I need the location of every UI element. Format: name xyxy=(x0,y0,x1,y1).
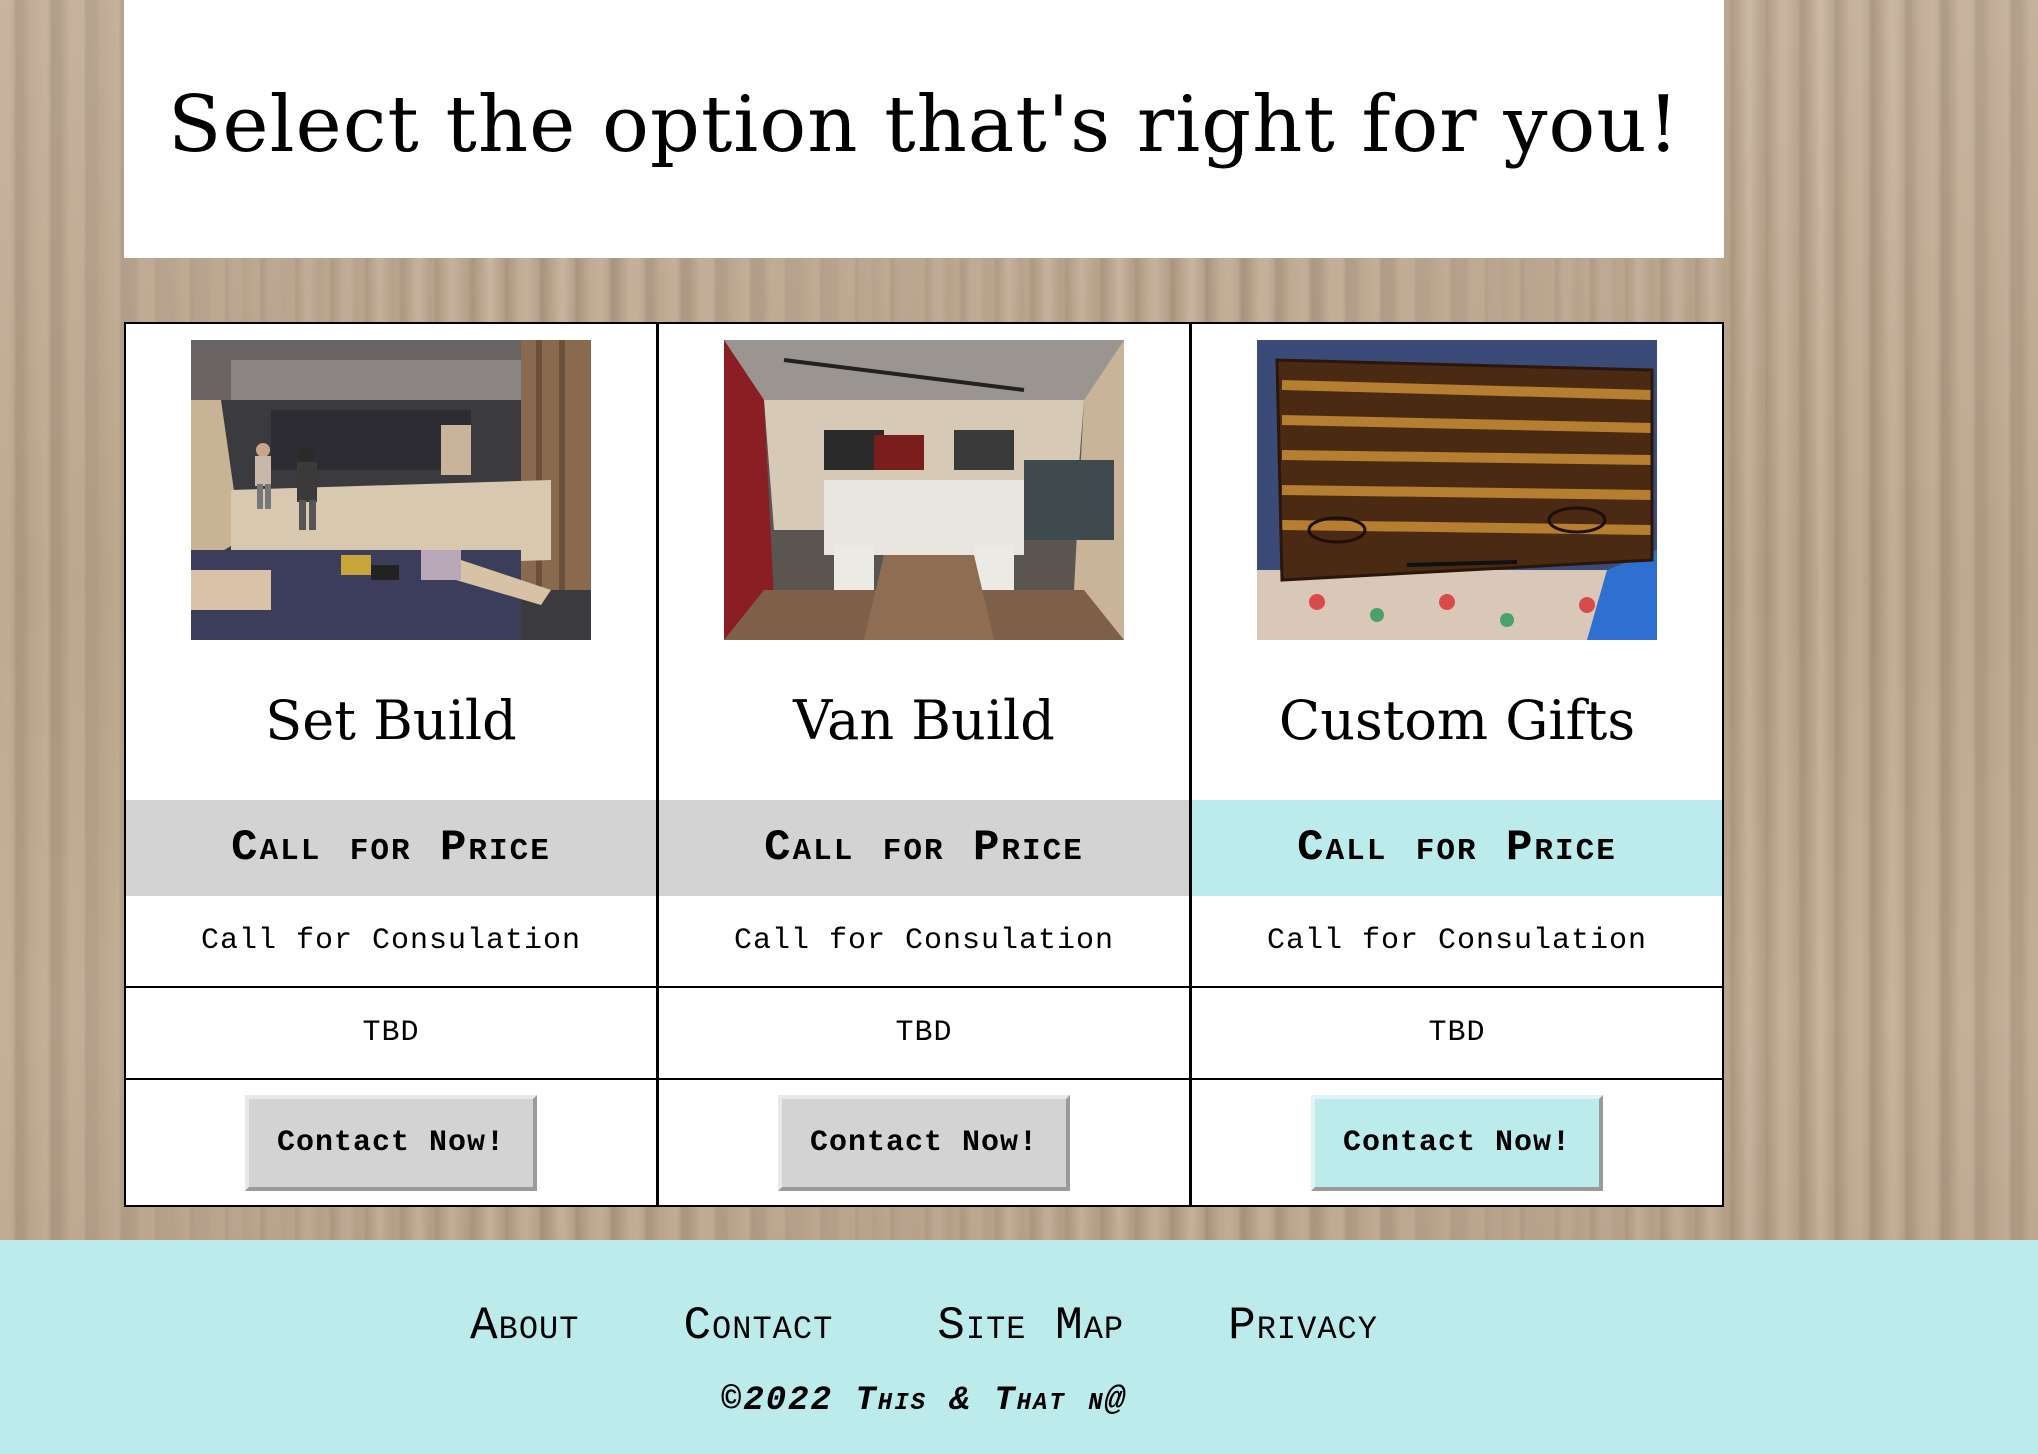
contact-now-button[interactable]: Contact Now! xyxy=(778,1094,1070,1191)
description-text: Call for Consulation xyxy=(659,896,1189,988)
footer-link-privacy[interactable]: Privacy xyxy=(1228,1300,1378,1352)
detail-text: TBD xyxy=(1192,988,1722,1080)
copyright-text: ©2022 This & That n@ xyxy=(720,1382,1128,1420)
description-text: Call for Consulation xyxy=(1192,896,1722,988)
detail-text: TBD xyxy=(126,988,656,1080)
footer-nav: About Contact Site Map Privacy xyxy=(0,1300,1848,1352)
contact-now-button[interactable]: Contact Now! xyxy=(245,1094,537,1191)
footer: About Contact Site Map Privacy ©2022 Thi… xyxy=(0,1240,2038,1454)
van-build-photo xyxy=(724,340,1124,640)
cta-cell: Contact Now! xyxy=(659,1080,1189,1205)
footer-link-site-map[interactable]: Site Map xyxy=(937,1300,1124,1352)
price-label: Call for Price xyxy=(1192,800,1722,896)
card-title: Set Build xyxy=(265,688,517,752)
card-title: Custom Gifts xyxy=(1278,688,1636,752)
card-title: Van Build xyxy=(793,688,1055,752)
card-set-build: Set Build Call for Price Call for Consul… xyxy=(126,324,659,1205)
page-title: Select the option that's right for you! xyxy=(168,80,1680,170)
card-custom-gifts: Custom Gifts Call for Price Call for Con… xyxy=(1192,324,1722,1205)
price-label: Call for Price xyxy=(126,800,656,896)
cta-cell: Contact Now! xyxy=(1192,1080,1722,1205)
cta-cell: Contact Now! xyxy=(126,1080,656,1205)
detail-text: TBD xyxy=(659,988,1189,1080)
description-text: Call for Consulation xyxy=(126,896,656,988)
title-banner: Select the option that's right for you! xyxy=(124,0,1724,258)
footer-link-contact[interactable]: Contact xyxy=(683,1300,833,1352)
footer-link-about[interactable]: About xyxy=(470,1300,579,1352)
set-build-photo xyxy=(191,340,591,640)
options-table: Set Build Call for Price Call for Consul… xyxy=(124,322,1724,1207)
card-van-build: Van Build Call for Price Call for Consul… xyxy=(659,324,1192,1205)
custom-gifts-photo xyxy=(1257,340,1657,640)
price-label: Call for Price xyxy=(659,800,1189,896)
contact-now-button[interactable]: Contact Now! xyxy=(1311,1094,1603,1191)
